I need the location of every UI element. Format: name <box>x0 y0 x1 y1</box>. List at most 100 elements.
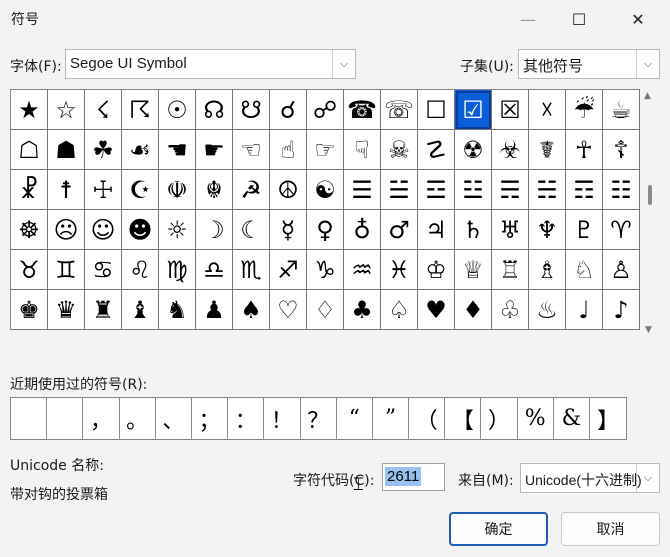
from-select[interactable]: Unicode(十六进制) ⌵ <box>520 463 660 493</box>
chevron-down-icon[interactable]: ⌵ <box>636 50 659 78</box>
symbol-cell[interactable]: ☙ <box>122 130 159 170</box>
symbol-cell[interactable]: ☱ <box>381 170 418 210</box>
maximize-button[interactable]: ☐ <box>556 0 602 38</box>
symbol-cell[interactable]: ☊ <box>196 90 233 130</box>
minimize-button[interactable]: — <box>505 0 551 38</box>
symbol-cell[interactable]: ♖ <box>492 250 529 290</box>
symbol-cell[interactable]: ☳ <box>455 170 492 210</box>
recent-symbol-cell[interactable]: 。 <box>120 398 156 439</box>
symbol-cell[interactable]: ♊ <box>48 250 85 290</box>
symbol-cell[interactable]: ♩ <box>566 290 603 330</box>
recent-symbol-cell[interactable]: ， <box>83 398 120 439</box>
symbol-cell[interactable]: ☿ <box>270 210 307 250</box>
recent-symbol-cell[interactable]: ！ <box>264 398 301 439</box>
symbol-cell[interactable]: ☦ <box>603 130 640 170</box>
symbol-cell[interactable]: ☓ <box>529 90 566 130</box>
symbol-cell[interactable]: ☝ <box>270 130 307 170</box>
symbol-cell[interactable]: ☒ <box>492 90 529 130</box>
symbol-cell[interactable]: ☠ <box>381 130 418 170</box>
symbol-cell[interactable]: ☪ <box>122 170 159 210</box>
symbol-cell[interactable]: ♋ <box>85 250 122 290</box>
recent-symbol-cell[interactable]: （ <box>409 398 446 439</box>
symbol-cell[interactable]: ☘ <box>85 130 122 170</box>
recent-symbol-cell[interactable]: 】 <box>590 398 626 439</box>
symbol-cell[interactable]: ☛ <box>196 130 233 170</box>
symbol-cell[interactable]: ☧ <box>11 170 48 210</box>
symbol-cell[interactable]: ☭ <box>233 170 270 210</box>
symbol-cell[interactable]: ☜ <box>233 130 270 170</box>
symbol-cell[interactable]: ♝ <box>122 290 159 330</box>
symbol-cell[interactable]: ☵ <box>529 170 566 210</box>
symbol-cell[interactable]: ☟ <box>344 130 381 170</box>
symbol-cell[interactable]: ☷ <box>603 170 640 210</box>
symbol-cell[interactable]: ♣ <box>344 290 381 330</box>
symbol-cell[interactable]: ♂ <box>381 210 418 250</box>
symbol-cell[interactable]: ♁ <box>344 210 381 250</box>
symbol-cell[interactable]: ♃ <box>418 210 455 250</box>
symbol-cell[interactable]: ☏ <box>381 90 418 130</box>
symbol-cell[interactable]: ♤ <box>381 290 418 330</box>
symbol-cell[interactable]: ☰ <box>344 170 381 210</box>
symbol-cell[interactable]: ☢ <box>455 130 492 170</box>
symbol-grid-scrollbar[interactable]: ▲ <box>640 89 660 329</box>
symbol-cell[interactable]: ☞ <box>307 130 344 170</box>
close-button[interactable]: ✕ <box>615 0 661 38</box>
recent-symbol-cell[interactable]: & <box>554 398 590 439</box>
symbol-cell[interactable]: ☼ <box>159 210 196 250</box>
symbol-cell[interactable]: ♢ <box>307 290 344 330</box>
symbol-cell[interactable]: ☕ <box>603 90 640 130</box>
char-code-input[interactable]: 2611 <box>382 463 445 491</box>
symbol-cell[interactable]: ♠ <box>233 290 270 330</box>
symbol-cell[interactable]: ☶ <box>566 170 603 210</box>
symbol-cell[interactable]: ♜ <box>85 290 122 330</box>
symbol-cell[interactable]: ♚ <box>11 290 48 330</box>
symbol-cell[interactable]: ☺ <box>85 210 122 250</box>
symbol-cell[interactable]: ♆ <box>529 210 566 250</box>
symbol-cell[interactable]: ☋ <box>233 90 270 130</box>
symbol-cell[interactable]: ☑ <box>455 90 492 130</box>
symbol-cell[interactable]: ♡ <box>270 290 307 330</box>
recent-symbol-cell[interactable] <box>47 398 84 439</box>
recent-symbol-cell[interactable]: ） <box>481 398 518 439</box>
symbol-cell[interactable]: ♅ <box>492 210 529 250</box>
recent-symbol-cell[interactable]: ： <box>228 398 265 439</box>
symbol-cell[interactable]: ☉ <box>159 90 196 130</box>
symbol-cell[interactable]: ☤ <box>529 130 566 170</box>
symbol-cell[interactable]: ☴ <box>492 170 529 210</box>
symbol-cell[interactable]: ☾ <box>233 210 270 250</box>
recent-symbol-cell[interactable]: ； <box>192 398 229 439</box>
symbol-cell[interactable]: ♞ <box>159 290 196 330</box>
symbol-cell[interactable]: ☫ <box>159 170 196 210</box>
symbol-cell[interactable]: ☔ <box>566 90 603 130</box>
recent-symbol-cell[interactable]: “ <box>337 398 373 439</box>
symbol-cell[interactable]: ♍ <box>159 250 196 290</box>
subset-select[interactable]: 其他符号 ⌵ <box>518 49 660 79</box>
symbol-cell[interactable]: ♗ <box>529 250 566 290</box>
symbol-cell[interactable]: ☆ <box>48 90 85 130</box>
recent-symbol-cell[interactable] <box>11 398 48 439</box>
symbol-cell[interactable]: ♟ <box>196 290 233 330</box>
symbol-cell[interactable]: ♥ <box>418 290 455 330</box>
symbol-cell[interactable]: ♪ <box>603 290 640 330</box>
symbol-cell[interactable]: ☚ <box>159 130 196 170</box>
symbol-cell[interactable]: ♈ <box>603 210 640 250</box>
symbol-cell[interactable]: ♙ <box>603 250 640 290</box>
symbol-cell[interactable]: ☖ <box>11 130 48 170</box>
symbol-cell[interactable]: ♦ <box>455 290 492 330</box>
symbol-cell[interactable]: ♛ <box>48 290 85 330</box>
symbol-cell[interactable]: ♧ <box>492 290 529 330</box>
scrollbar-thumb[interactable] <box>648 185 652 205</box>
symbol-cell[interactable]: ☌ <box>270 90 307 130</box>
symbol-cell[interactable]: ☻ <box>122 210 159 250</box>
chevron-down-icon[interactable]: ⌵ <box>636 464 659 492</box>
symbol-cell[interactable]: ☩ <box>85 170 122 210</box>
symbol-cell[interactable]: ☯ <box>307 170 344 210</box>
recent-symbol-cell[interactable]: ” <box>373 398 410 439</box>
symbol-cell[interactable]: ♔ <box>418 250 455 290</box>
ok-button[interactable]: 确定 <box>449 512 548 546</box>
symbol-cell[interactable]: ☈ <box>122 90 159 130</box>
symbol-cell[interactable]: ♎ <box>196 250 233 290</box>
recent-symbol-cell[interactable]: ？ <box>301 398 337 439</box>
symbol-cell[interactable]: ☡ <box>418 130 455 170</box>
symbol-cell[interactable]: ☗ <box>48 130 85 170</box>
